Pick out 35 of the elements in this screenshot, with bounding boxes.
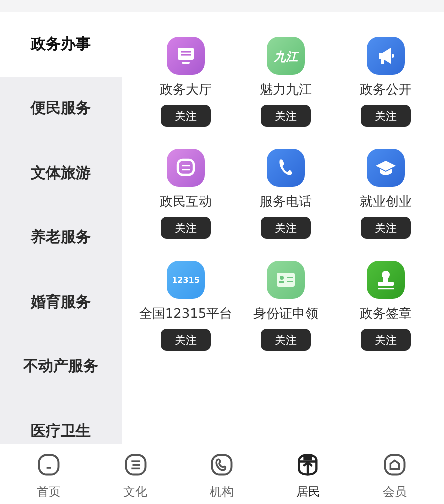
phone-icon	[208, 452, 235, 478]
graduation-cap-icon[interactable]	[367, 149, 405, 187]
tab-label[interactable]: 会员	[382, 484, 407, 501]
follow-button[interactable]: 关注	[361, 329, 411, 351]
follow-button[interactable]: 关注	[261, 329, 311, 351]
monitor-icon[interactable]	[167, 37, 205, 75]
service-label: 身份证申领	[254, 306, 318, 323]
tab-label[interactable]: 首页	[37, 484, 62, 501]
service-label: 政务大厅	[160, 82, 212, 99]
megaphone-icon[interactable]	[367, 37, 405, 75]
follow-button[interactable]: 关注	[261, 105, 311, 127]
member-icon	[382, 452, 408, 478]
sidebar-item[interactable]: 政务办事	[0, 12, 122, 76]
tab-label[interactable]: 机构	[210, 484, 234, 501]
tab-label[interactable]: 居民	[296, 484, 320, 501]
home-icon	[36, 452, 62, 478]
service-label: 就业创业	[360, 194, 412, 211]
service-label: 全国12315平台	[139, 306, 233, 323]
follow-button[interactable]: 关注	[161, 217, 211, 239]
chat-icon[interactable]	[167, 149, 205, 187]
follow-button[interactable]: 关注	[361, 217, 411, 239]
follow-button[interactable]: 关注	[361, 105, 411, 127]
follow-button[interactable]: 关注	[161, 105, 211, 127]
id-card-icon[interactable]	[267, 261, 305, 299]
service-label: 政民互动	[160, 194, 212, 211]
follow-button[interactable]: 关注	[261, 217, 311, 239]
document-icon	[122, 452, 149, 478]
service-label: 魅力九江	[260, 82, 312, 99]
tab-label[interactable]: 文化	[124, 484, 148, 501]
follow-button[interactable]: 关注	[161, 329, 211, 351]
stamp-icon[interactable]	[367, 261, 405, 299]
phone-icon[interactable]	[267, 149, 305, 187]
service-label: 政务签章	[360, 306, 412, 323]
service-label: 政务公开	[360, 82, 412, 99]
service-label: 服务电话	[260, 194, 312, 211]
